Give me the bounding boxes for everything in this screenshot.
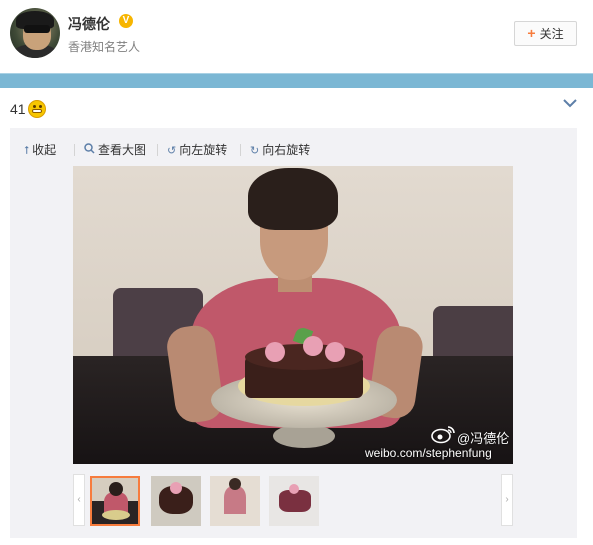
thumbnail-prev-button[interactable]: ‹ <box>73 474 85 526</box>
toolbar-divider <box>157 144 158 156</box>
post-header: 冯德伦 V 香港知名艺人 + 关注 <box>0 0 593 72</box>
follow-button-label: 关注 <box>539 27 564 41</box>
rotate-right-label: 向右旋转 <box>262 143 311 157</box>
rotate-left-icon: ↺ <box>167 145 177 157</box>
grinning-emoji-icon <box>27 100 46 118</box>
collapse-button[interactable]: ⭡ 收起 <box>24 142 56 158</box>
weibo-logo-icon <box>431 426 455 444</box>
username-link[interactable]: 冯德伦 <box>68 14 110 34</box>
post-text: 41 <box>10 100 46 118</box>
collapse-label: 收起 <box>32 143 57 157</box>
weibo-post: 冯德伦 V 香港知名艺人 + 关注 41 ⭡ 收起 查看大图 ↺ 向左旋转 ↻ … <box>0 0 593 545</box>
chevron-down-icon[interactable] <box>563 98 577 108</box>
watermark-handle: @冯德伦 <box>457 431 510 446</box>
follow-button[interactable]: + 关注 <box>514 21 577 46</box>
collapse-up-arrow-icon: ⭡ <box>24 145 30 157</box>
thumbnail-3[interactable] <box>210 476 260 526</box>
plus-icon: + <box>527 25 536 41</box>
rotate-right-button[interactable]: ↻ 向右旋转 <box>250 142 310 158</box>
thumbnail-next-button[interactable]: › <box>501 474 513 526</box>
blue-divider-bar <box>0 73 593 88</box>
rotate-left-label: 向左旋转 <box>179 143 228 157</box>
avatar-glasses <box>24 25 50 33</box>
rotate-right-icon: ↻ <box>250 145 260 157</box>
main-photo[interactable]: @冯德伦 weibo.com/stephenfung <box>73 166 513 464</box>
watermark-url: weibo.com/stephenfung <box>365 446 492 460</box>
view-large-label: 查看大图 <box>98 143 147 157</box>
thumbnail-4[interactable] <box>269 476 319 526</box>
user-description: 香港知名艺人 <box>68 40 141 54</box>
media-toolbar: ⭡ 收起 查看大图 ↺ 向左旋转 ↻ 向右旋转 <box>10 128 577 168</box>
thumbnail-2[interactable] <box>151 476 201 526</box>
magnifier-icon <box>84 143 95 159</box>
photo-macaron <box>265 342 285 362</box>
media-panel: ⭡ 收起 查看大图 ↺ 向左旋转 ↻ 向右旋转 @冯德伦 weibo.com/s… <box>10 128 577 538</box>
photo-macaron <box>325 342 345 362</box>
verified-badge-icon[interactable]: V <box>119 14 133 28</box>
thumbnail-1[interactable] <box>90 476 140 526</box>
thumbnail-strip: ‹ › <box>73 474 513 528</box>
toolbar-divider <box>240 144 241 156</box>
photo-macaron <box>303 336 323 356</box>
post-text-content: 41 <box>10 101 26 117</box>
view-large-button[interactable]: 查看大图 <box>84 142 146 158</box>
avatar[interactable] <box>10 8 60 58</box>
photo-hair <box>248 168 338 230</box>
rotate-left-button[interactable]: ↺ 向左旋转 <box>167 142 227 158</box>
toolbar-divider <box>74 144 75 156</box>
